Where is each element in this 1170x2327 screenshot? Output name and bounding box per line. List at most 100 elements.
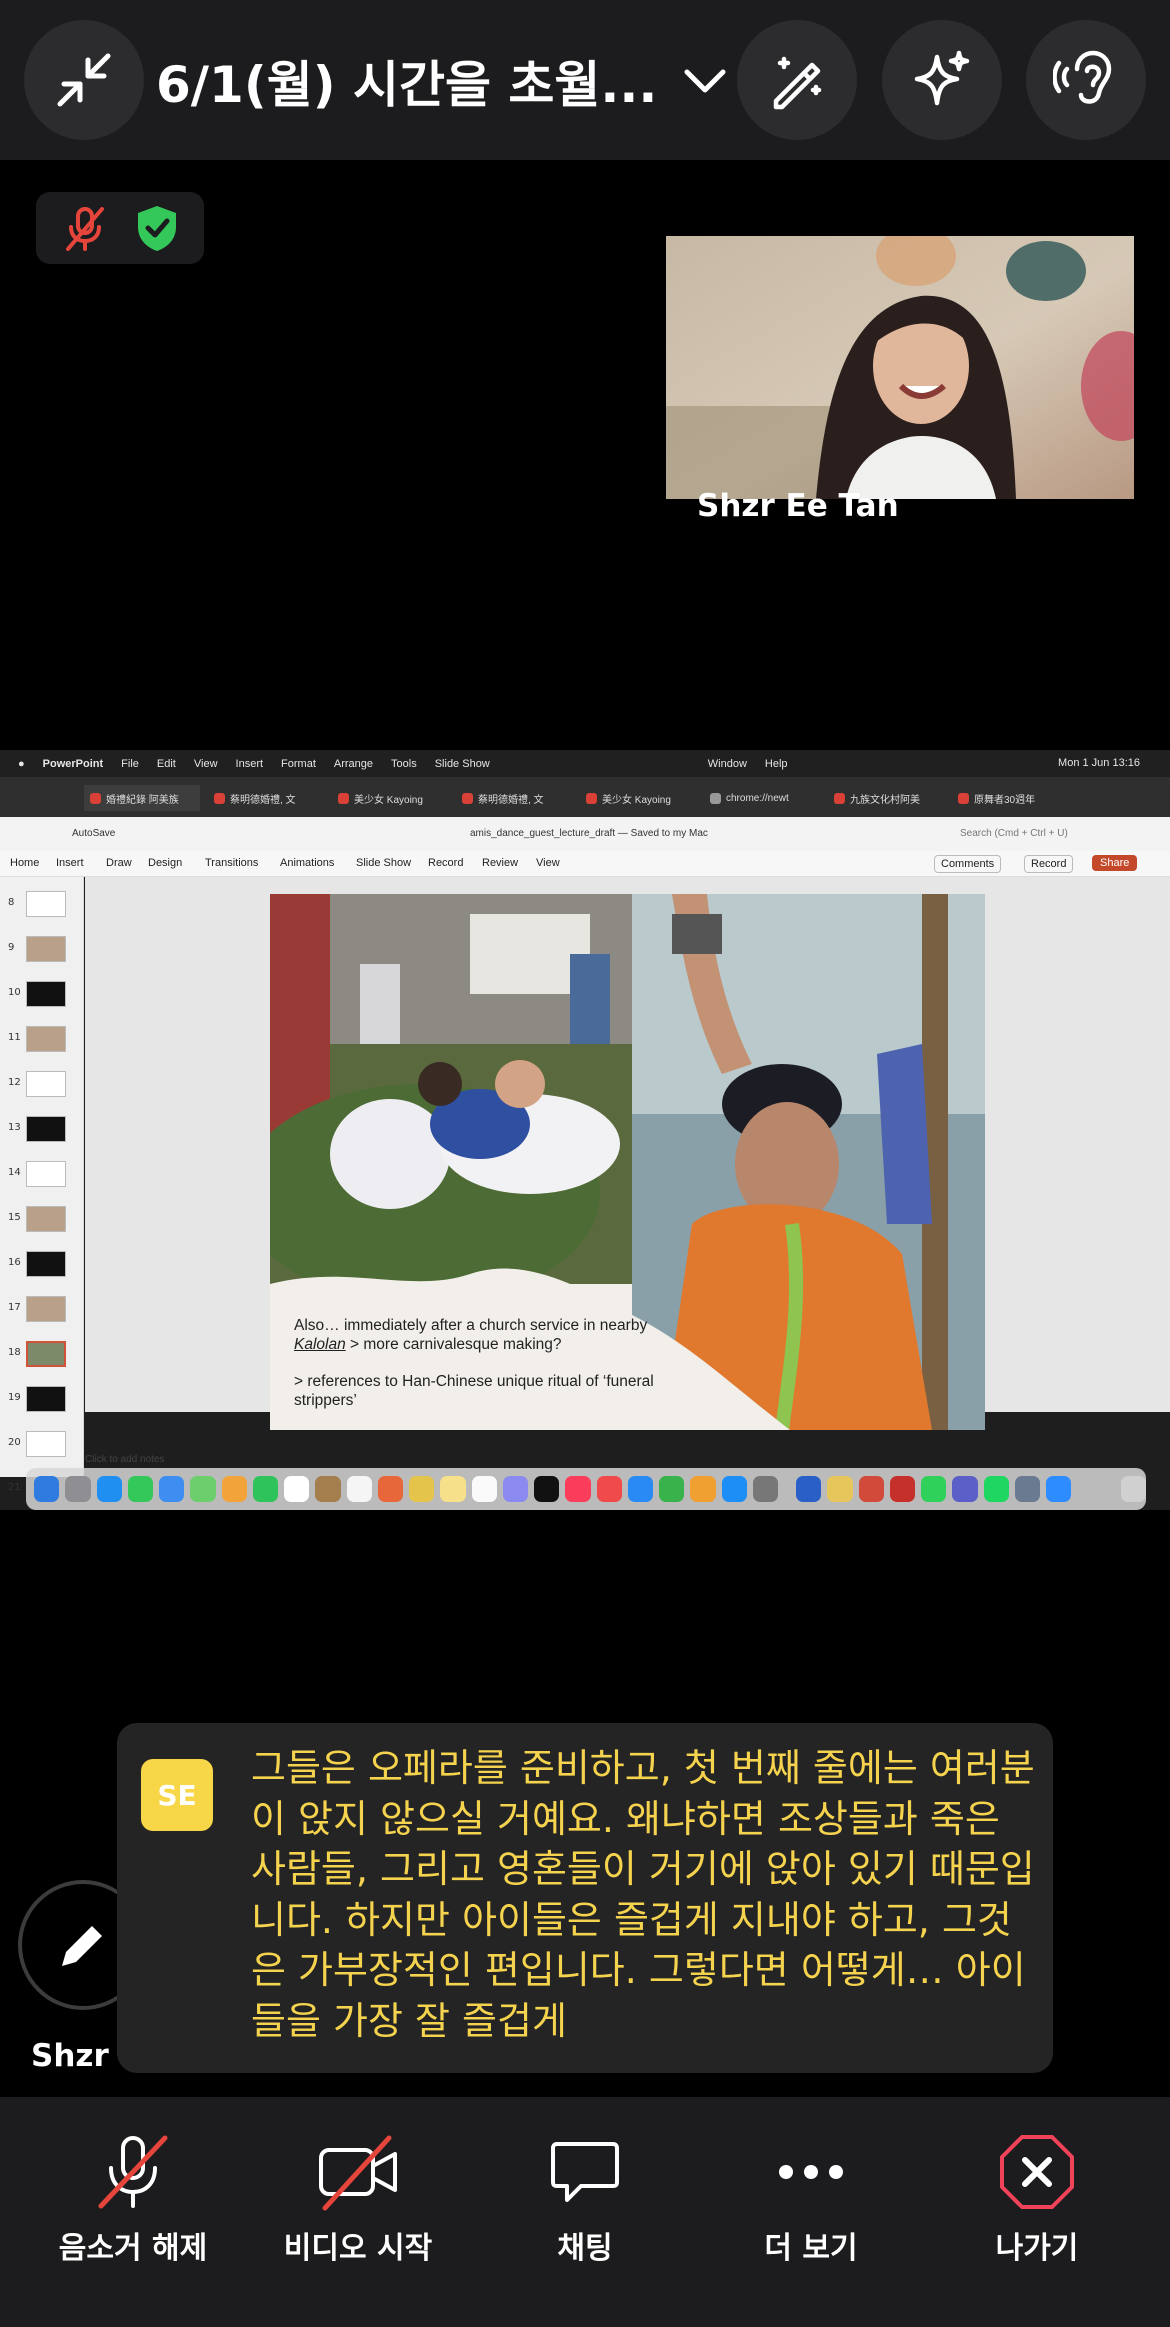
mail-icon[interactable] [159,1476,185,1502]
menu-file[interactable]: File [121,758,139,770]
slide-thumbnail[interactable] [26,981,66,1007]
menu-edit[interactable]: Edit [157,758,176,770]
menu-tools[interactable]: Tools [391,758,417,770]
slide-thumbnail[interactable] [26,1431,66,1457]
spotify-icon[interactable] [983,1476,1009,1502]
acrobat-icon[interactable] [889,1476,915,1502]
menu-format[interactable]: Format [281,758,316,770]
slide-thumbnail[interactable] [26,1341,66,1367]
minimize-meeting-button[interactable] [24,20,144,140]
slide-thumbnail[interactable] [26,891,66,917]
meeting-title-dropdown[interactable]: 6/1(월) 시간을 초월... [156,46,727,116]
menu-arrange[interactable]: Arrange [334,758,373,770]
share-button[interactable]: Share [1092,855,1138,871]
whatsapp-icon[interactable] [921,1476,947,1502]
slide-text-line: > references to Han-Chinese unique ritua… [294,1373,654,1409]
ribbon-tab-insert[interactable]: Insert [56,857,84,869]
pages-icon[interactable] [690,1476,716,1502]
safari-icon[interactable] [96,1476,122,1502]
meeting-controls-toolbar: 음소거 해제 비디오 시작 채팅 더 보기 나가기 [0,2097,1170,2327]
chat-button[interactable]: 채팅 [472,2131,698,2281]
live-caption-box: SE 그들은 오페라를 준비하고, 첫 번째 줄에는 여러분이 앉지 않으실 거… [117,1723,1053,2073]
word-icon[interactable] [796,1476,822,1502]
stickies-icon[interactable] [827,1476,853,1502]
autosave-label[interactable]: AutoSave [72,828,115,839]
slide-thumbnail-number: 10 [8,987,21,998]
keynote-icon[interactable] [627,1476,653,1502]
launchpad-icon[interactable] [65,1476,91,1502]
unmute-button[interactable]: 음소거 해제 [20,2131,246,2281]
notes-placeholder[interactable]: Click to add notes [85,1454,165,1465]
ribbon-tab-animations[interactable]: Animations [280,857,334,869]
teams-icon[interactable] [952,1476,978,1502]
slide-thumbnail[interactable] [26,1251,66,1277]
zoom-icon[interactable] [1046,1476,1072,1502]
ribbon-tab-home[interactable]: Home [10,857,39,869]
ribbon-tab-view[interactable]: View [536,857,560,869]
maps-icon[interactable] [190,1476,216,1502]
preview-icon[interactable] [1014,1476,1040,1502]
annotate-button[interactable] [737,20,857,140]
menu-window[interactable]: Window [708,758,747,770]
calendar-icon[interactable] [284,1476,310,1502]
menu-slide-show[interactable]: Slide Show [435,758,490,770]
stocks-icon[interactable] [502,1476,528,1502]
ribbon-tab-record[interactable]: Record [428,857,463,869]
slide-thumbnail[interactable] [26,936,66,962]
menu-view[interactable]: View [194,758,218,770]
reminders-icon[interactable] [346,1476,372,1502]
leave-button[interactable]: 나가기 [924,2131,1150,2281]
slide-thumbnail[interactable] [26,1071,66,1097]
slide-thumbnail[interactable] [26,1026,66,1052]
settings-icon[interactable] [752,1476,778,1502]
more-button[interactable]: 더 보기 [698,2131,924,2281]
creative-cloud-icon[interactable] [858,1476,884,1502]
browser-tab[interactable]: 九族文化村阿美 [828,785,944,811]
comments-button[interactable]: Comments [934,855,1002,873]
search-input[interactable]: Search (Cmd + Ctrl + U) [960,828,1068,839]
slide-thumbnail[interactable] [26,1116,66,1142]
photos-icon[interactable] [221,1476,247,1502]
browser-tab[interactable]: 婚禮紀錄 阿美族 [84,785,200,811]
start-video-button[interactable]: 비디오 시작 [245,2131,471,2281]
chrome-icon[interactable] [409,1476,435,1502]
ribbon-tab-design[interactable]: Design [148,857,182,869]
ribbon-tab-review[interactable]: Review [482,857,518,869]
menu-help[interactable]: Help [765,758,788,770]
slide-thumbnail[interactable] [26,1386,66,1412]
browser-tab[interactable]: 美少女 Kayoing [332,785,448,811]
menu-insert[interactable]: Insert [236,758,264,770]
browser-tab[interactable]: 蔡明德婚禮, 文 [456,785,572,811]
finder-icon[interactable] [34,1476,60,1502]
apple-tv-icon[interactable] [534,1476,560,1502]
messages-icon[interactable] [127,1476,153,1502]
slide-thumbnail[interactable] [26,1296,66,1322]
chat-label: 채팅 [557,2231,613,2266]
freeform-icon[interactable] [471,1476,497,1502]
music-icon[interactable] [565,1476,591,1502]
ribbon-tab-transitions[interactable]: Transitions [205,857,258,869]
participant-video-tile[interactable] [666,236,1134,499]
notes-icon[interactable] [440,1476,466,1502]
browser-tab[interactable]: chrome://newt [704,785,820,811]
speaker-avatar: SE [141,1759,213,1831]
news-icon[interactable] [596,1476,622,1502]
browser-tab[interactable]: 蔡明德婚禮, 文 [208,785,324,811]
facetime-icon[interactable] [252,1476,278,1502]
downloads-icon[interactable] [1089,1476,1115,1502]
record-button[interactable]: Record [1024,855,1074,873]
captions-button[interactable] [1026,20,1146,140]
ai-companion-button[interactable] [882,20,1002,140]
browser-tab[interactable]: 美少女 Kayoing [580,785,696,811]
slide-thumbnail[interactable] [26,1206,66,1232]
slide-thumbnail[interactable] [26,1161,66,1187]
trash-icon[interactable] [1120,1476,1146,1502]
numbers-icon[interactable] [659,1476,685,1502]
duckduckgo-icon[interactable] [377,1476,403,1502]
ribbon-tab-slide-show[interactable]: Slide Show [356,857,411,869]
slide-thumbnail-number: 16 [8,1257,21,1268]
contacts-icon[interactable] [315,1476,341,1502]
ribbon-tab-draw[interactable]: Draw [106,857,132,869]
browser-tab[interactable]: 原舞者30週年 [952,785,1068,811]
app-store-icon[interactable] [721,1476,747,1502]
